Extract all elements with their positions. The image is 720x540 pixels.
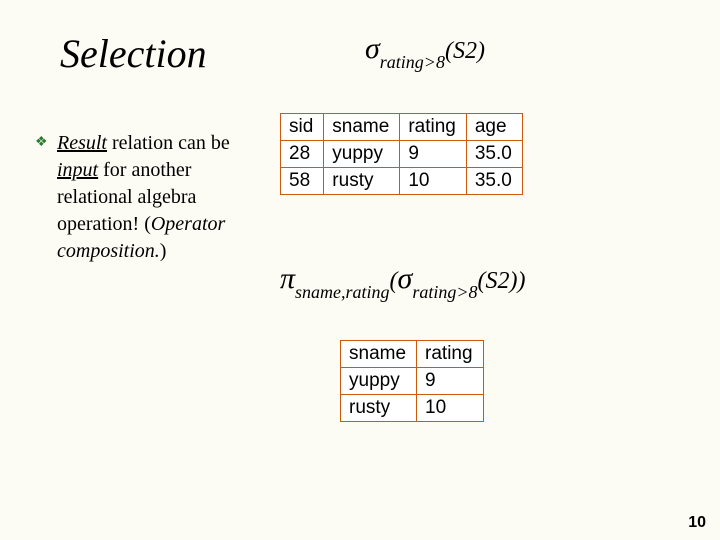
open-paren: ( [390,268,398,294]
table-selection-result: sid sname rating age 28 yuppy 9 35.0 58 … [280,113,523,195]
slide: Selection ❖ Result relation can be input… [0,0,720,540]
table-row: rusty 10 [341,395,484,422]
cell: 10 [400,168,467,195]
sigma-arg: (S2) [445,38,485,64]
col-sid: sid [281,114,324,141]
col-sname: sname [341,341,417,368]
col-rating: rating [400,114,467,141]
word-input: input [57,159,98,181]
bullet-text: Result relation can be input for another… [57,130,235,265]
diamond-bullet-icon: ❖ [35,134,48,151]
cell: 9 [417,368,484,395]
pi-subscript: sname,rating [295,282,390,302]
sigma-subscript: rating>8 [380,52,445,72]
sigma-symbol-2: σ [398,262,413,295]
col-age: age [466,114,522,141]
table-projection-result: sname rating yuppy 9 rusty 10 [340,340,484,422]
table-header-row: sname rating [341,341,484,368]
pi-symbol: π [280,262,295,295]
col-rating: rating [417,341,484,368]
cell: 28 [281,141,324,168]
cell: yuppy [341,368,417,395]
cell: rusty [324,168,400,195]
cell: rusty [341,395,417,422]
page-number: 10 [688,514,706,532]
table-row: 58 rusty 10 35.0 [281,168,523,195]
cell: yuppy [324,141,400,168]
cell: 35.0 [466,141,522,168]
sigma-symbol: σ [365,32,380,65]
page-title: Selection [60,30,207,77]
phrase-1: relation can be [107,132,230,154]
cell: 9 [400,141,467,168]
bullet-block: ❖ Result relation can be input for anoth… [35,130,235,265]
table-header-row: sid sname rating age [281,114,523,141]
word-result: Result [57,132,107,154]
cell: 35.0 [466,168,522,195]
table-row: 28 yuppy 9 35.0 [281,141,523,168]
sigma-subscript-2: rating>8 [412,282,477,302]
formula-selection: σrating>8(S2) [365,32,485,67]
formula-projection-selection: πsname,rating(σrating>8(S2)) [280,262,525,297]
sigma-arg-2: (S2)) [477,268,525,294]
phrase-3: ) [160,240,167,262]
table-row: yuppy 9 [341,368,484,395]
col-sname: sname [324,114,400,141]
cell: 58 [281,168,324,195]
cell: 10 [417,395,484,422]
